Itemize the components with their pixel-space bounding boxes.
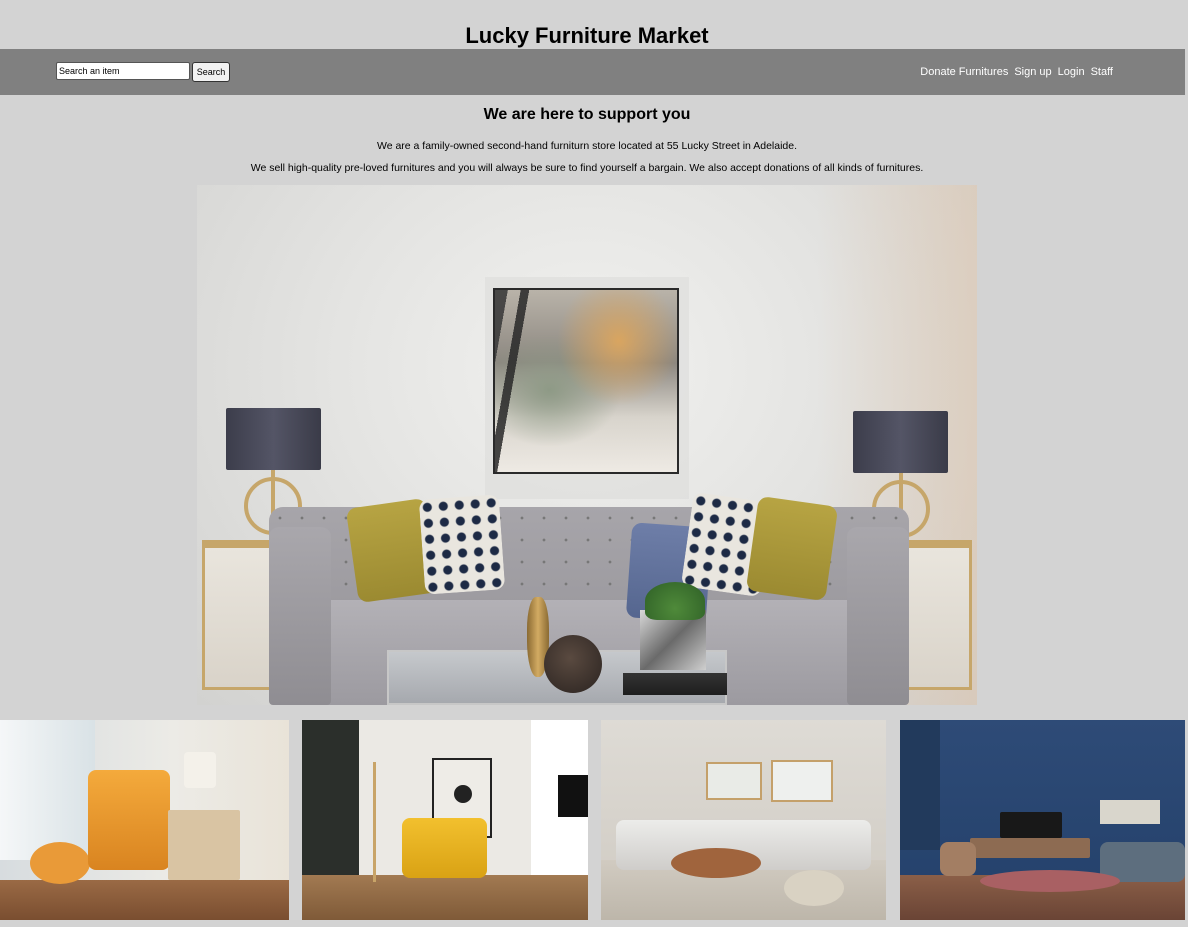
hero-image — [197, 185, 977, 705]
nightstand — [168, 810, 240, 880]
wall-tv — [1000, 812, 1062, 838]
wall-tv — [558, 775, 588, 817]
window-frame — [900, 720, 940, 850]
floor-lamp — [373, 762, 376, 882]
wooden-coffee-table — [671, 848, 761, 878]
nav-links: Donate Furnitures Sign up Login Staff — [920, 66, 1113, 78]
succulent-plant — [645, 582, 705, 620]
lamp-shade-left — [226, 408, 321, 470]
wall-art-right — [771, 760, 833, 802]
search-input[interactable] — [56, 62, 190, 80]
nav-link-sign-up[interactable]: Sign up — [1014, 66, 1051, 78]
window — [0, 720, 95, 860]
search-button[interactable]: Search — [192, 62, 230, 82]
gallery-image-yellow-chair — [302, 720, 588, 920]
pillow-print-left — [418, 494, 506, 595]
tv-console — [970, 838, 1090, 858]
rug — [980, 870, 1120, 892]
nav-link-staff[interactable]: Staff — [1091, 66, 1113, 78]
gallery-image-orange-armchair — [0, 720, 289, 920]
site-title: Lucky Furniture Market — [465, 22, 709, 48]
abstract-painting — [493, 288, 679, 474]
nav-link-donate-furnitures[interactable]: Donate Furnitures — [920, 66, 1008, 78]
wall-art-circle — [454, 785, 472, 803]
section-heading: We are here to support you — [483, 106, 691, 123]
pillow-olive-right — [745, 495, 839, 602]
intro-text-description: We sell high-quality pre-loved furniture… — [250, 162, 924, 174]
side-table-left — [202, 540, 272, 690]
wall-art — [1100, 800, 1160, 824]
page: Lucky Furniture Market Search Donate Fur… — [0, 0, 1188, 927]
orange-armchair — [88, 770, 170, 870]
tile-floor — [0, 880, 289, 920]
candle-bowl — [544, 635, 602, 693]
lounge-chair — [940, 842, 976, 876]
intro-text-location: We are a family-owned second-hand furnit… — [376, 140, 798, 152]
gallery-image-blue-living-room — [900, 720, 1185, 920]
gallery-image-cream-sofa — [601, 720, 886, 920]
lamp-shade-right — [853, 411, 948, 473]
knit-pouf — [784, 870, 844, 906]
table-lamp — [184, 752, 216, 788]
tile-floor — [302, 875, 588, 920]
navbar: Search Donate Furnitures Sign up Login S… — [0, 49, 1185, 95]
side-table-right — [902, 540, 972, 690]
nav-link-login[interactable]: Login — [1058, 66, 1085, 78]
sofa-arm-left — [269, 527, 331, 705]
wall-art-left — [706, 762, 762, 800]
book-stack — [623, 673, 727, 695]
orange-ottoman — [30, 842, 90, 884]
yellow-armchair — [402, 818, 487, 878]
sofa-arm-right — [847, 527, 909, 705]
